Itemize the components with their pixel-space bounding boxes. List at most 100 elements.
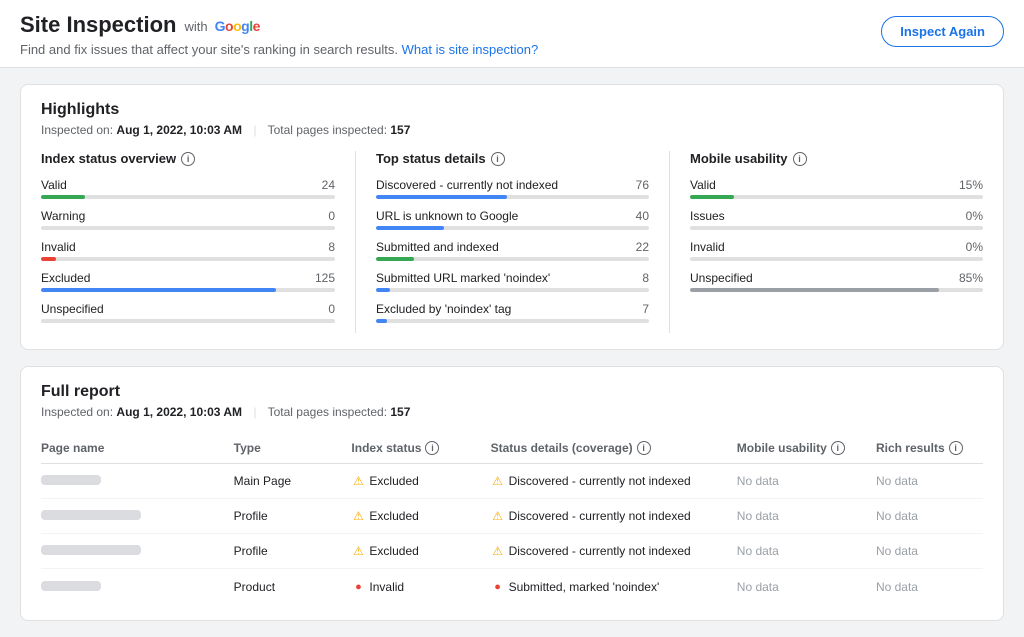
table-row[interactable]: Main Page⚠ Excluded ⚠ Discovered - curren…: [41, 464, 983, 499]
table-row[interactable]: Profile⚠ Excluded ⚠ Discovered - currentl…: [41, 534, 983, 569]
mobile-valid-row: Valid 15%: [690, 178, 983, 199]
td-rich-results: No data: [876, 499, 983, 534]
full-report-title: Full report: [41, 383, 983, 401]
top-status-row-1: URL is unknown to Google 40: [376, 209, 649, 230]
full-report-card: Full report Inspected on: Aug 1, 2022, 1…: [20, 366, 1004, 621]
header-left: Site Inspection with Google Find and fix…: [20, 12, 538, 57]
full-report-date: Aug 1, 2022, 10:03 AM: [116, 405, 242, 419]
table-row[interactable]: Product● Invalid ● Submitted, marked 'noi…: [41, 569, 983, 605]
index-status-badge: ⚠ Excluded: [351, 544, 418, 558]
main-content: Highlights Inspected on: Aug 1, 2022, 10…: [0, 68, 1024, 637]
td-page-name: [41, 569, 234, 605]
top-status-row-2: Submitted and indexed 22: [376, 240, 649, 261]
col-status-details: Status details (coverage) i: [491, 433, 737, 464]
td-index-status: ⚠ Excluded: [351, 464, 490, 499]
index-invalid-row: Invalid 8: [41, 240, 335, 261]
col-rich-results: Rich results i: [876, 433, 983, 464]
rich-no-data: No data: [876, 474, 918, 488]
highlights-card: Highlights Inspected on: Aug 1, 2022, 10…: [20, 84, 1004, 350]
td-page-name: [41, 534, 234, 569]
header: Site Inspection with Google Find and fix…: [0, 0, 1024, 68]
status-detail-badge: ● Submitted, marked 'noindex': [491, 580, 660, 594]
index-status-badge: ● Invalid: [351, 580, 404, 594]
td-type: Main Page: [234, 464, 352, 499]
table-header-row: Page name Type Index status i Status det…: [41, 433, 983, 464]
col-mobile-usability: Mobile usability i: [737, 433, 876, 464]
td-rich-results: No data: [876, 534, 983, 569]
page-name-blur: [41, 581, 101, 591]
header-subtitle: Find and fix issues that affect your sit…: [20, 42, 538, 57]
td-index-status: ⚠ Excluded: [351, 499, 490, 534]
mobile-usability-info-icon[interactable]: i: [793, 152, 807, 166]
td-index-status: ● Invalid: [351, 569, 490, 605]
td-page-name: [41, 499, 234, 534]
td-type: Product: [234, 569, 352, 605]
mobile-no-data: No data: [737, 544, 779, 558]
mobile-usability-col-info-icon[interactable]: i: [831, 441, 845, 455]
full-report-total-pages: 157: [390, 405, 410, 419]
top-status-section: Top status details i Discovered - curren…: [355, 151, 669, 333]
td-type: Profile: [234, 499, 352, 534]
google-logo: Google: [211, 18, 260, 34]
mobile-unspecified-row: Unspecified 85%: [690, 271, 983, 292]
full-report-table: Page name Type Index status i Status det…: [41, 433, 983, 604]
rich-no-data: No data: [876, 580, 918, 594]
mobile-no-data: No data: [737, 580, 779, 594]
header-title-row: Site Inspection with Google: [20, 12, 538, 38]
mobile-invalid-row: Invalid 0%: [690, 240, 983, 261]
td-page-name: [41, 464, 234, 499]
td-type: Profile: [234, 534, 352, 569]
index-valid-row: Valid 24: [41, 178, 335, 199]
excluded-detail-icon: ⚠: [491, 544, 505, 558]
status-details-col-info-icon[interactable]: i: [637, 441, 651, 455]
rich-no-data: No data: [876, 509, 918, 523]
td-rich-results: No data: [876, 464, 983, 499]
td-status-detail: ⚠ Discovered - currently not indexed: [491, 464, 737, 499]
td-status-detail: ● Submitted, marked 'noindex': [491, 569, 737, 605]
td-mobile-usability: No data: [737, 499, 876, 534]
status-detail-badge: ⚠ Discovered - currently not indexed: [491, 509, 691, 523]
td-status-detail: ⚠ Discovered - currently not indexed: [491, 534, 737, 569]
with-google: with Google: [184, 18, 259, 34]
table-row[interactable]: Profile⚠ Excluded⚠ Discovered - currentl…: [41, 499, 983, 534]
rich-results-col-info-icon[interactable]: i: [949, 441, 963, 455]
td-mobile-usability: No data: [737, 569, 876, 605]
index-status-info-icon[interactable]: i: [181, 152, 195, 166]
excluded-icon: ⚠: [351, 544, 365, 558]
page-name-blur: [41, 510, 141, 520]
mobile-no-data: No data: [737, 509, 779, 523]
td-index-status: ⚠ Excluded: [351, 534, 490, 569]
mobile-issues-row: Issues 0%: [690, 209, 983, 230]
top-status-row-4: Excluded by 'noindex' tag 7: [376, 302, 649, 323]
td-rich-results: No data: [876, 569, 983, 605]
mobile-no-data: No data: [737, 474, 779, 488]
page-title: Site Inspection: [20, 12, 176, 38]
highlights-total-pages: 157: [390, 123, 410, 137]
top-status-row-3: Submitted URL marked 'noindex' 8: [376, 271, 649, 292]
index-status-title: Index status overview i: [41, 151, 335, 166]
mobile-usability-section: Mobile usability i Valid 15% Issues 0%: [669, 151, 983, 333]
index-status-col-info-icon[interactable]: i: [425, 441, 439, 455]
top-status-row-0: Discovered - currently not indexed 76: [376, 178, 649, 199]
td-status-detail: ⚠ Discovered - currently not indexed: [491, 499, 737, 534]
index-warning-row: Warning 0: [41, 209, 335, 230]
excluded-detail-icon: ⚠: [491, 509, 505, 523]
page-name-blur: [41, 545, 141, 555]
index-status-section: Index status overview i Valid 24 Warning…: [41, 151, 355, 333]
inspect-again-button[interactable]: Inspect Again: [881, 16, 1004, 47]
index-status-badge: ⚠ Excluded: [351, 474, 418, 488]
what-is-site-inspection-link[interactable]: What is site inspection?: [402, 42, 539, 57]
col-index-status: Index status i: [351, 433, 490, 464]
index-unspecified-row: Unspecified 0: [41, 302, 335, 323]
td-mobile-usability: No data: [737, 534, 876, 569]
excluded-icon: ⚠: [351, 509, 365, 523]
highlights-meta: Inspected on: Aug 1, 2022, 10:03 AM | To…: [41, 123, 983, 137]
col-type: Type: [234, 433, 352, 464]
top-status-title: Top status details i: [376, 151, 649, 166]
highlights-date: Aug 1, 2022, 10:03 AM: [116, 123, 242, 137]
status-detail-badge: ⚠ Discovered - currently not indexed: [491, 474, 691, 488]
highlights-title: Highlights: [41, 101, 983, 119]
excluded-icon: ⚠: [351, 474, 365, 488]
top-status-info-icon[interactable]: i: [491, 152, 505, 166]
td-mobile-usability: No data: [737, 464, 876, 499]
